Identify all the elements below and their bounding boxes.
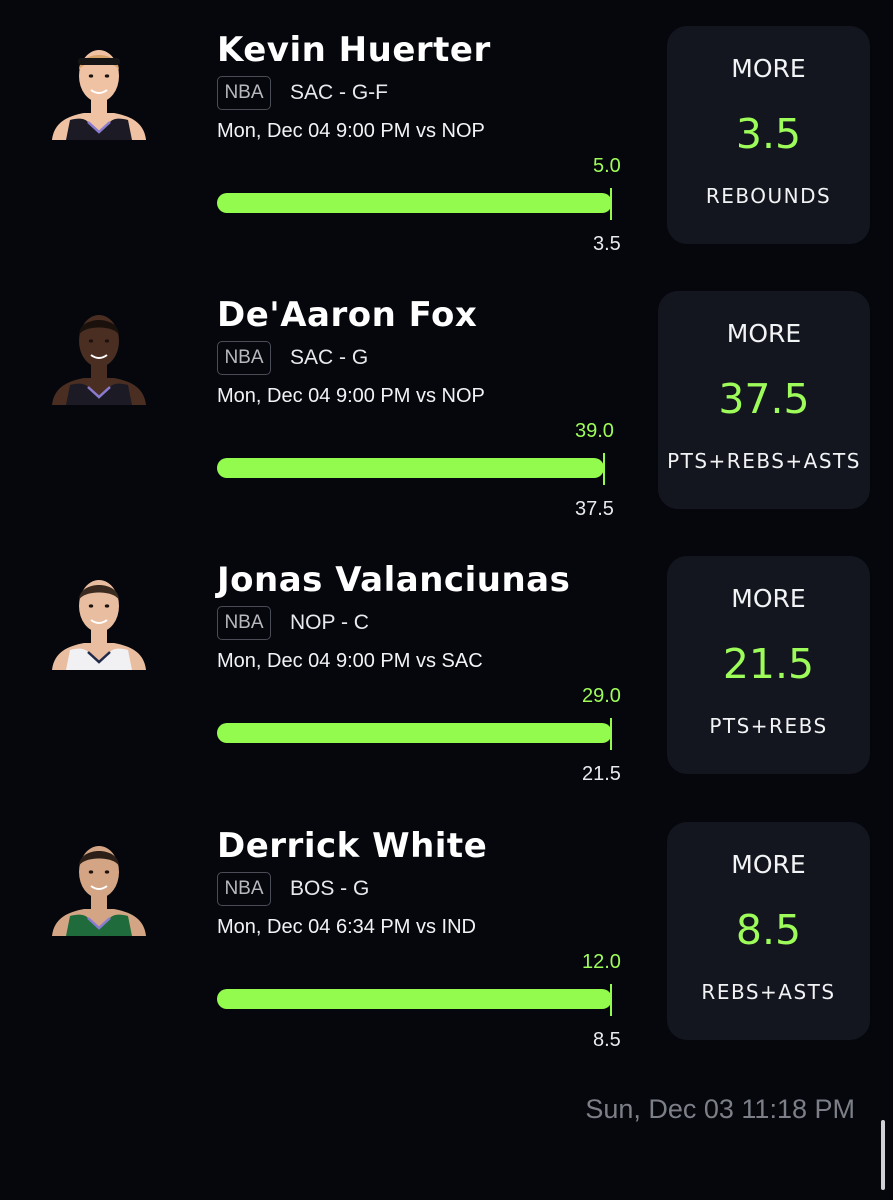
avatar-shape (104, 74, 110, 78)
direction-label: MORE (731, 584, 806, 613)
line-marker (610, 984, 612, 1016)
pick-row[interactable]: De'Aaron Fox NBA SAC - G Mon, Dec 04 9:0… (0, 291, 893, 560)
scrollbar[interactable] (881, 1120, 885, 1190)
game-info: Mon, Dec 04 9:00 PM vs SAC (217, 650, 483, 672)
projection-line: 37.5 (718, 375, 810, 423)
league-badge: NBA (217, 76, 271, 110)
line-value: 21.5 (582, 763, 621, 785)
league-badge: NBA (217, 606, 271, 640)
avatar-shape (104, 870, 110, 874)
stat-type: PTS+REBS+ASTS (667, 449, 861, 473)
player-photo-icon (52, 315, 146, 405)
avatar-shape (88, 870, 94, 874)
player-photo-icon (52, 580, 146, 670)
team-position: SAC - G-F (290, 81, 388, 104)
progress-fill (217, 723, 612, 743)
actual-value: 39.0 (575, 420, 614, 442)
game-info: Mon, Dec 04 9:00 PM vs NOP (217, 120, 485, 142)
projection-line: 8.5 (735, 906, 802, 954)
direction-label: MORE (726, 319, 802, 348)
player-name: Kevin Huerter (217, 30, 491, 70)
game-info: Mon, Dec 04 9:00 PM vs NOP (217, 385, 485, 407)
avatar-shape (88, 74, 94, 78)
actual-value: 5.0 (593, 155, 621, 177)
player-name: Jonas Valanciunas (217, 560, 571, 600)
player-photo-icon (52, 50, 146, 140)
line-value: 8.5 (593, 1029, 621, 1051)
progress-fill (217, 458, 604, 478)
projection-card[interactable]: MORE 37.5 PTS+REBS+ASTS (658, 291, 870, 509)
projection-line: 3.5 (735, 110, 802, 158)
direction-label: MORE (731, 54, 806, 83)
projection-card[interactable]: MORE 3.5 REBOUNDS (667, 26, 870, 244)
progress-fill (217, 193, 612, 213)
player-avatar (44, 832, 154, 936)
progress-bar (217, 989, 612, 1009)
team-position: BOS - G (290, 877, 370, 900)
progress-bar (217, 723, 612, 743)
league-badge: NBA (217, 341, 271, 375)
timestamp: Sun, Dec 03 11:18 PM (585, 1094, 855, 1124)
player-avatar (44, 301, 154, 405)
actual-value: 12.0 (582, 951, 621, 973)
player-name: Derrick White (217, 826, 488, 866)
projection-card[interactable]: MORE 21.5 PTS+REBS (667, 556, 870, 774)
league-badge: NBA (217, 872, 271, 906)
direction-label: MORE (731, 850, 806, 879)
projection-line: 21.5 (722, 640, 815, 688)
line-value: 37.5 (575, 498, 614, 520)
line-marker (610, 188, 612, 220)
avatar-shape (78, 58, 120, 65)
line-marker (603, 453, 605, 485)
stat-type: REBOUNDS (705, 184, 832, 208)
actual-value: 29.0 (582, 685, 621, 707)
team-position: NOP - C (290, 611, 369, 634)
line-marker (610, 718, 612, 750)
progress-bar (217, 193, 612, 213)
stat-type: REBS+ASTS (701, 980, 836, 1004)
avatar-shape (88, 339, 94, 343)
progress-fill (217, 989, 612, 1009)
line-value: 3.5 (593, 233, 621, 255)
avatar-shape (88, 604, 94, 608)
player-name: De'Aaron Fox (217, 295, 478, 335)
game-info: Mon, Dec 04 6:34 PM vs IND (217, 916, 476, 938)
player-avatar (44, 566, 154, 670)
avatar-shape (104, 604, 110, 608)
player-avatar (44, 36, 154, 140)
pick-row[interactable]: Derrick White NBA BOS - G Mon, Dec 04 6:… (0, 822, 893, 1091)
avatar-shape (104, 339, 110, 343)
team-position: SAC - G (290, 346, 369, 369)
player-photo-icon (52, 846, 146, 936)
pick-row[interactable]: Kevin Huerter NBA SAC - G-F Mon, Dec 04 … (0, 26, 893, 295)
pick-row[interactable]: Jonas Valanciunas NBA NOP - C Mon, Dec 0… (0, 556, 893, 825)
projection-card[interactable]: MORE 8.5 REBS+ASTS (667, 822, 870, 1040)
progress-bar (217, 458, 604, 478)
stat-type: PTS+REBS (709, 714, 828, 738)
